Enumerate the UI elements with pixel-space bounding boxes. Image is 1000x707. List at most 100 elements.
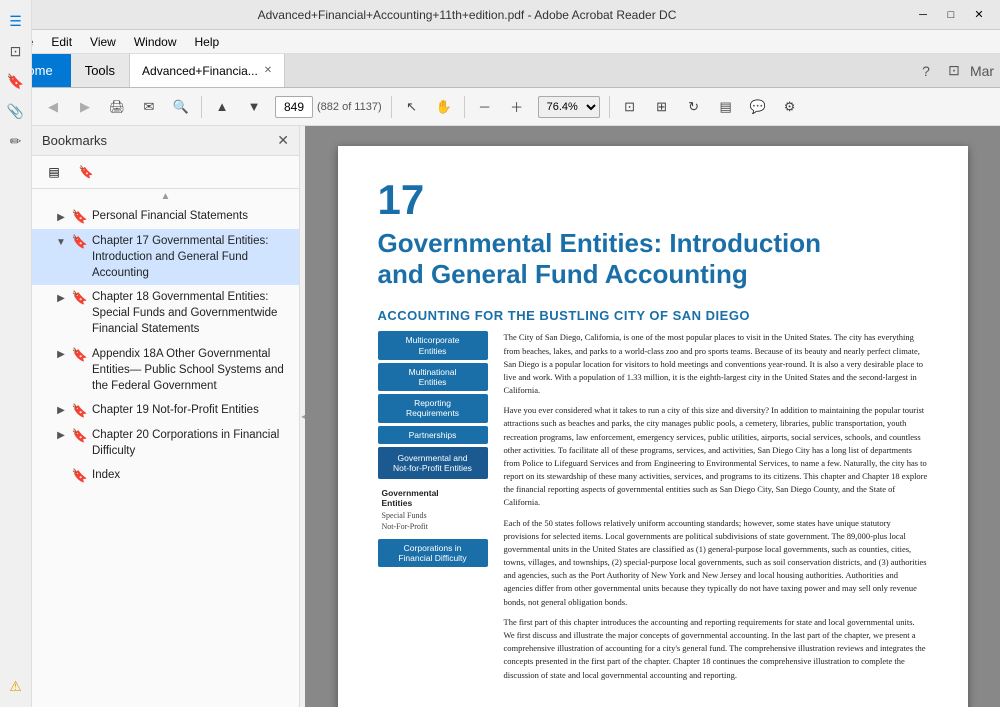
bookmark-label-app18a: Appendix 18A Other Governmental Entities… — [92, 346, 291, 394]
nav-btn-governmental[interactable]: Governmental andNot-for-Profit Entities — [378, 447, 488, 479]
bookmarks-panel-icon[interactable]: ☰ — [3, 8, 29, 34]
bookmark-label-index: Index — [92, 467, 291, 483]
pdf-text-col: The City of San Diego, California, is on… — [504, 331, 928, 688]
email-button[interactable]: ✉ — [134, 93, 164, 121]
maximize-button[interactable]: □ — [938, 5, 964, 25]
menu-view[interactable]: View — [82, 33, 124, 51]
minimize-button[interactable]: ─ — [910, 5, 936, 25]
zoom-in-button[interactable]: ＋ — [502, 93, 532, 121]
menu-help[interactable]: Help — [187, 33, 228, 51]
signatures-panel-icon[interactable]: ✏ — [3, 128, 29, 154]
page-number-input[interactable] — [275, 96, 313, 118]
tab-tools[interactable]: Tools — [71, 54, 130, 87]
toolbar: 💾 ◀ ▶ 🖨 ✉ 🔍 ▲ ▼ (882 of 1137) ↖ ✋ － ＋ 76… — [0, 88, 1000, 126]
main-layout: ☰ ⊡ 🔖 📎 ✏ ⚠ Bookmarks ✕ ▤ 🔖 ▲ ▶ 🔖 Person… — [0, 126, 1000, 707]
bm-bookmark-ch20-icon: 🔖 — [72, 428, 88, 444]
bookmark-item-ch19[interactable]: ▶ 🔖 Chapter 19 Not-for-Profit Entities — [32, 398, 299, 423]
pdf-para-4: The first part of this chapter introduce… — [504, 616, 928, 682]
forward-button[interactable]: ▶ — [70, 93, 100, 121]
left-icon-bar: ☰ ⊡ 🔖 📎 ✏ ⚠ — [0, 0, 32, 707]
pdf-page: 17 Governmental Entities: Introductionan… — [338, 146, 968, 707]
zoom-group: 76.4% 50% 75% 100% 125% 150% — [538, 96, 600, 118]
comment-button[interactable]: 💬 — [743, 93, 773, 121]
nav-btn-corporations[interactable]: Corporations inFinancial Difficulty — [378, 539, 488, 567]
separator-3 — [464, 96, 465, 118]
fit-page-button[interactable]: ⊡ — [615, 93, 645, 121]
nav-btn-reporting[interactable]: ReportingRequirements — [378, 394, 488, 422]
pdf-para-2: Have you ever considered what it takes t… — [504, 404, 928, 509]
bookmark-item-index[interactable]: 🔖 Index — [32, 463, 299, 488]
next-page-button[interactable]: ▼ — [239, 93, 269, 121]
sidebar-title: Bookmarks — [42, 133, 107, 148]
bookmark-label-personal: Personal Financial Statements — [92, 208, 291, 224]
bm-bookmark-icon: 🔖 — [72, 209, 88, 225]
bookmark-item-ch17[interactable]: ▼ 🔖 Chapter 17 Governmental Entities: In… — [32, 229, 299, 285]
bookmark-item-personal-financial[interactable]: ▶ 🔖 Personal Financial Statements — [32, 204, 299, 229]
sidebar-bookmark-add-btn[interactable]: 🔖 — [72, 160, 100, 184]
sidebar-toolbar: ▤ 🔖 — [32, 156, 299, 189]
sidebar-close-button[interactable]: ✕ — [277, 132, 289, 149]
nav-btn-multinational[interactable]: MultinationalEntities — [378, 363, 488, 391]
pages-panel-icon[interactable]: ⊡ — [3, 38, 29, 64]
print-button[interactable]: 🖨 — [102, 93, 132, 121]
zoom-out-button[interactable]: － — [470, 93, 500, 121]
chapter-title: Governmental Entities: Introductionand G… — [378, 228, 928, 290]
bookmark-item-ch18[interactable]: ▶ 🔖 Chapter 18 Governmental Entities: Sp… — [32, 285, 299, 341]
bm-expand-app18a-icon[interactable]: ▶ — [54, 348, 68, 362]
sidebar-view-btn[interactable]: ▤ — [40, 160, 68, 184]
pdf-area: 17 Governmental Entities: Introductionan… — [305, 126, 1000, 707]
nav-label-not-for-profit: Not-For-Profit — [378, 521, 488, 532]
pdf-nav-col: MulticorporateEntities MultinationalEnti… — [378, 331, 488, 688]
search-button[interactable]: 🔍 — [166, 93, 196, 121]
zoom-select[interactable]: 76.4% 50% 75% 100% 125% 150% — [538, 96, 600, 118]
more-tools-button[interactable]: ⚙ — [775, 93, 805, 121]
tab-bar: Home Tools Advanced+Financia... ✕ ? ⊡ Ma… — [0, 54, 1000, 88]
bookmark-label-ch19: Chapter 19 Not-for-Profit Entities — [92, 402, 291, 418]
separator-4 — [609, 96, 610, 118]
fit-width-button[interactable]: ⊞ — [647, 93, 677, 121]
bookmark-item-ch20[interactable]: ▶ 🔖 Chapter 20 Corporations in Financial… — [32, 423, 299, 463]
prev-page-button[interactable]: ▲ — [207, 93, 237, 121]
rotate-button[interactable]: ↻ — [679, 93, 709, 121]
back-button[interactable]: ◀ — [38, 93, 68, 121]
nav-label-gov-entities: GovernmentalEntities — [378, 486, 488, 510]
select-tool[interactable]: ↖ — [397, 93, 427, 121]
title-bar: A Advanced+Financial+Accounting+11th+edi… — [0, 0, 1000, 30]
sidebar-header: Bookmarks ✕ — [32, 126, 299, 156]
share-icon[interactable]: ⊡ — [944, 61, 964, 81]
page-total: (882 of 1137) — [317, 101, 382, 113]
attachments-panel-icon[interactable]: 📎 — [3, 98, 29, 124]
menu-bar: File Edit View Window Help — [0, 30, 1000, 54]
tab-document[interactable]: Advanced+Financia... ✕ — [130, 54, 285, 87]
bookmark-item-app18a[interactable]: ▶ 🔖 Appendix 18A Other Governmental Enti… — [32, 342, 299, 398]
pdf-para-3: Each of the 50 states follows relatively… — [504, 517, 928, 609]
tab-close-icon[interactable]: ✕ — [264, 65, 272, 76]
bookmark-label-ch20: Chapter 20 Corporations in Financial Dif… — [92, 427, 291, 459]
bookmark-label-ch17: Chapter 17 Governmental Entities: Introd… — [92, 233, 291, 281]
layout-button[interactable]: ▤ — [711, 93, 741, 121]
bm-expand-ch18-icon[interactable]: ▶ — [54, 291, 68, 305]
window-title: Advanced+Financial+Accounting+11th+editi… — [24, 8, 910, 22]
nav-btn-partnerships[interactable]: Partnerships — [378, 426, 488, 444]
mar-label[interactable]: Mar — [972, 61, 992, 81]
tools-panel-icon[interactable]: 🔖 — [3, 68, 29, 94]
bm-expand-ch17-icon[interactable]: ▼ — [54, 235, 68, 249]
menu-edit[interactable]: Edit — [43, 33, 80, 51]
bm-expand-ch20-icon[interactable]: ▶ — [54, 429, 68, 443]
tab-bar-right: ? ⊡ Mar — [908, 54, 1000, 87]
separator-1 — [201, 96, 202, 118]
bm-expand-ch19-icon[interactable]: ▶ — [54, 404, 68, 418]
bookmark-label-ch18: Chapter 18 Governmental Entities: Specia… — [92, 289, 291, 337]
bm-bookmark-app18a-icon: 🔖 — [72, 347, 88, 363]
bm-bookmark-ch19-icon: 🔖 — [72, 403, 88, 419]
bm-expand-icon[interactable]: ▶ — [54, 210, 68, 224]
help-icon[interactable]: ? — [916, 61, 936, 81]
nav-btn-multicorporate[interactable]: MulticorporateEntities — [378, 331, 488, 359]
chapter-number: 17 — [378, 176, 928, 224]
warning-icon[interactable]: ⚠ — [3, 673, 29, 699]
separator-2 — [391, 96, 392, 118]
hand-tool[interactable]: ✋ — [429, 93, 459, 121]
close-button[interactable]: ✕ — [966, 5, 992, 25]
sidebar-content[interactable]: ▲ ▶ 🔖 Personal Financial Statements ▼ 🔖 … — [32, 189, 299, 707]
menu-window[interactable]: Window — [126, 33, 185, 51]
